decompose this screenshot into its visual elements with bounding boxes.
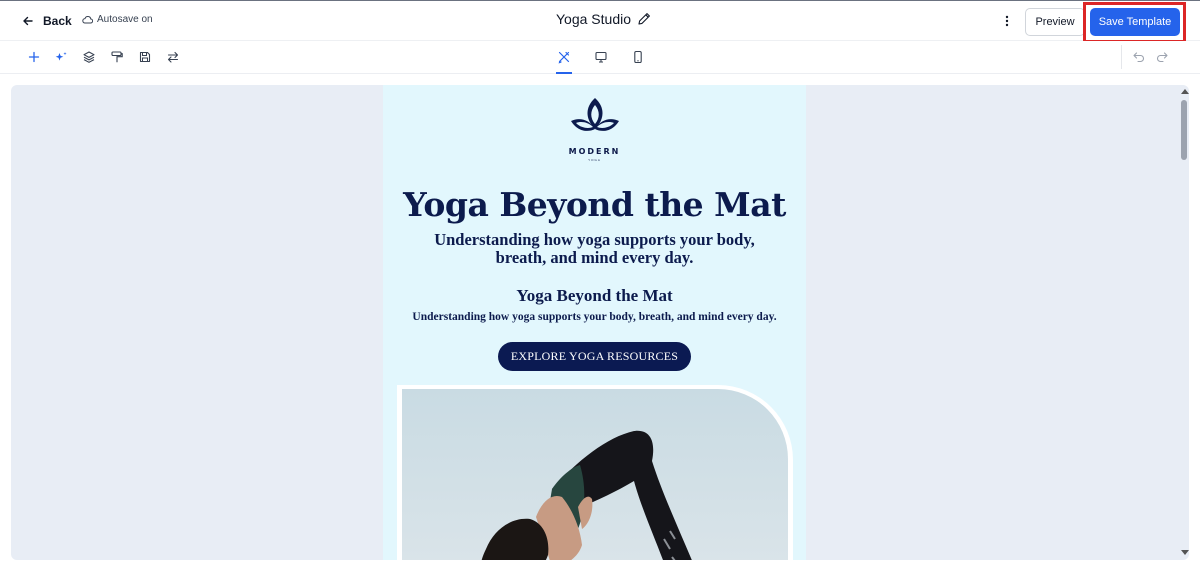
- scroll-up-icon[interactable]: [1181, 89, 1189, 94]
- document-title[interactable]: Yoga Studio: [556, 11, 631, 27]
- sparkles-icon[interactable]: [54, 50, 68, 64]
- autosave-label: Autosave on: [97, 14, 153, 25]
- swap-arrows-icon[interactable]: [166, 50, 180, 64]
- desktop-icon[interactable]: [594, 50, 608, 64]
- autosave-status: Autosave on: [82, 14, 153, 25]
- scroll-thumb[interactable]: [1181, 100, 1187, 160]
- arrow-left-icon: [23, 16, 33, 26]
- pencil-edit-icon[interactable]: [637, 12, 651, 26]
- active-view-indicator: [556, 72, 572, 74]
- mobile-icon[interactable]: [631, 50, 645, 64]
- save-disk-icon[interactable]: [138, 50, 152, 64]
- back-label: Back: [43, 14, 72, 28]
- plus-icon[interactable]: [27, 50, 41, 64]
- save-template-button[interactable]: Save Template: [1090, 8, 1180, 36]
- editor-toolbar: [0, 41, 1200, 74]
- layers-icon[interactable]: [82, 50, 96, 64]
- logo-subtext: YOGA: [588, 158, 601, 162]
- yoga-pose-image[interactable]: [402, 389, 788, 560]
- back-button[interactable]: Back: [22, 13, 72, 29]
- preview-button[interactable]: Preview: [1025, 8, 1085, 36]
- top-header: Back Autosave on Yoga Studio Preview Sav…: [0, 0, 1200, 43]
- logo-wordmark: MODERN: [568, 147, 621, 156]
- section-title: Yoga Beyond the Mat: [516, 286, 673, 305]
- undo-icon[interactable]: [1132, 50, 1146, 64]
- scroll-down-icon[interactable]: [1181, 550, 1189, 555]
- editor-canvas: MODERN YOGA Yoga Beyond the Mat Understa…: [11, 85, 1189, 560]
- paint-roller-icon[interactable]: [110, 50, 124, 64]
- more-options-icon[interactable]: [1000, 12, 1014, 30]
- lotus-logo-icon: [383, 97, 806, 146]
- canvas-scrollbar[interactable]: [1178, 85, 1190, 560]
- email-template[interactable]: MODERN YOGA Yoga Beyond the Mat Understa…: [383, 85, 806, 560]
- document-title-group: Yoga Studio: [556, 11, 651, 27]
- hero-title: Yoga Beyond the Mat: [403, 185, 786, 224]
- redo-icon[interactable]: [1155, 50, 1169, 64]
- history-controls: [1121, 45, 1179, 69]
- section-subtitle: Understanding how yoga supports your bod…: [412, 311, 777, 323]
- design-tools-icon[interactable]: [557, 50, 571, 64]
- cloud-icon: [82, 16, 93, 24]
- hero-image-frame: [397, 385, 793, 560]
- hero-subtitle: Understanding how yoga supports your bod…: [434, 230, 755, 267]
- explore-resources-button[interactable]: EXPLORE YOGA RESOURCES: [498, 342, 691, 371]
